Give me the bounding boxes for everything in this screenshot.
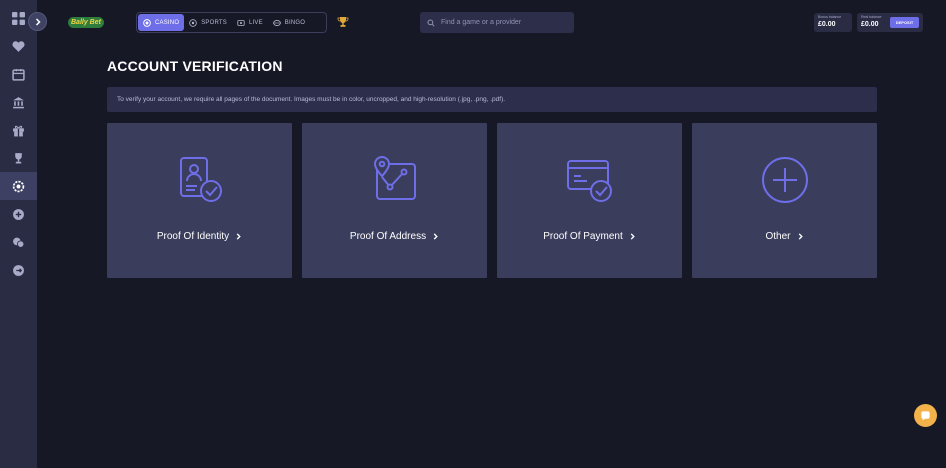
card-label-address-text: Proof Of Address (349, 231, 427, 242)
chevron-right-icon (35, 17, 41, 26)
id-card-check-icon (179, 157, 222, 202)
bonus-balance[interactable]: Bonus balance £0.00 (814, 13, 852, 32)
card-label-other: Other (692, 231, 877, 242)
tab-casino-label: CASINO (155, 19, 180, 26)
tab-bingo-label: BINGO (284, 19, 306, 26)
casino-chip-icon (143, 18, 151, 27)
gift-icon (13, 125, 24, 136)
verification-notice: To verify your account, we require all p… (107, 87, 877, 112)
sidebar-item-calendar[interactable] (0, 60, 37, 88)
search-placeholder: Find a game or a provider (441, 19, 522, 26)
search-input[interactable]: Find a game or a provider (420, 12, 574, 33)
sidebar-item-support[interactable] (0, 228, 37, 256)
football-icon (189, 18, 197, 27)
sidebar-item-promotions[interactable] (0, 116, 37, 144)
tab-live[interactable]: LIVE (232, 14, 268, 31)
live-dealer-icon (237, 19, 245, 26)
page-title: ACCOUNT VERIFICATION (107, 58, 283, 74)
credit-card-check-icon (566, 160, 612, 202)
product-nav: CASINO SPORTS LIVE BINGO (136, 12, 327, 33)
settings-icon (12, 180, 25, 192)
calendar-icon (12, 68, 25, 81)
tab-live-label: LIVE (248, 19, 263, 26)
chevron-right-icon (236, 233, 241, 240)
sidebar-item-settings[interactable] (0, 172, 37, 200)
grid-icon (12, 11, 25, 25)
heart-icon (12, 40, 25, 52)
trophy-icon (15, 152, 22, 163)
sidebar-item-tournaments[interactable] (0, 144, 37, 172)
card-label-identity: Proof Of Identity (107, 231, 292, 242)
card-proof-of-address[interactable]: Proof Of Address (302, 123, 487, 278)
sidebar-toggle-button[interactable] (28, 12, 47, 31)
plus-circle-icon (13, 208, 24, 220)
sidebar-item-favourites[interactable] (0, 32, 37, 60)
logout-icon (13, 264, 24, 276)
bank-icon (13, 96, 24, 108)
sidebar-item-bank[interactable] (0, 88, 37, 116)
card-label-identity-text: Proof Of Identity (156, 231, 230, 242)
deposit-button[interactable]: DEPOSIT (890, 17, 919, 28)
tab-casino[interactable]: CASINO (138, 14, 185, 31)
live-chat-button[interactable] (914, 404, 937, 427)
brand-logo[interactable]: Bally Bet (68, 12, 118, 32)
card-label-other-text: Other (765, 231, 791, 242)
bingo-ball-icon (272, 19, 281, 26)
tab-bingo[interactable]: BINGO (268, 14, 310, 31)
map-route-icon (373, 155, 416, 200)
sidebar-item-logout[interactable] (0, 256, 37, 284)
card-label-address: Proof Of Address (302, 231, 487, 242)
chat-bubble-icon (921, 411, 930, 421)
card-label-payment: Proof Of Payment (497, 231, 682, 242)
tab-sports-label: SPORTS (201, 19, 227, 26)
sidebar-item-add[interactable] (0, 200, 37, 228)
chevron-right-icon (433, 233, 438, 240)
chevron-right-icon (798, 233, 803, 240)
logo-text: Bally Bet (68, 16, 104, 28)
card-label-payment-text: Proof Of Payment (543, 231, 623, 242)
tab-sports[interactable]: SPORTS (184, 14, 232, 31)
bonus-balance-value: £0.00 (818, 21, 836, 28)
search-icon (427, 18, 435, 27)
chevron-right-icon (630, 233, 635, 240)
card-proof-of-payment[interactable]: Proof Of Payment (497, 123, 682, 278)
sidebar (0, 0, 37, 468)
chat-icon (13, 237, 25, 248)
card-proof-of-identity[interactable]: Proof Of Identity (107, 123, 292, 278)
plus-circle-icon (761, 157, 808, 203)
card-other[interactable]: Other (692, 123, 877, 278)
trophy-icon[interactable] (337, 16, 349, 28)
